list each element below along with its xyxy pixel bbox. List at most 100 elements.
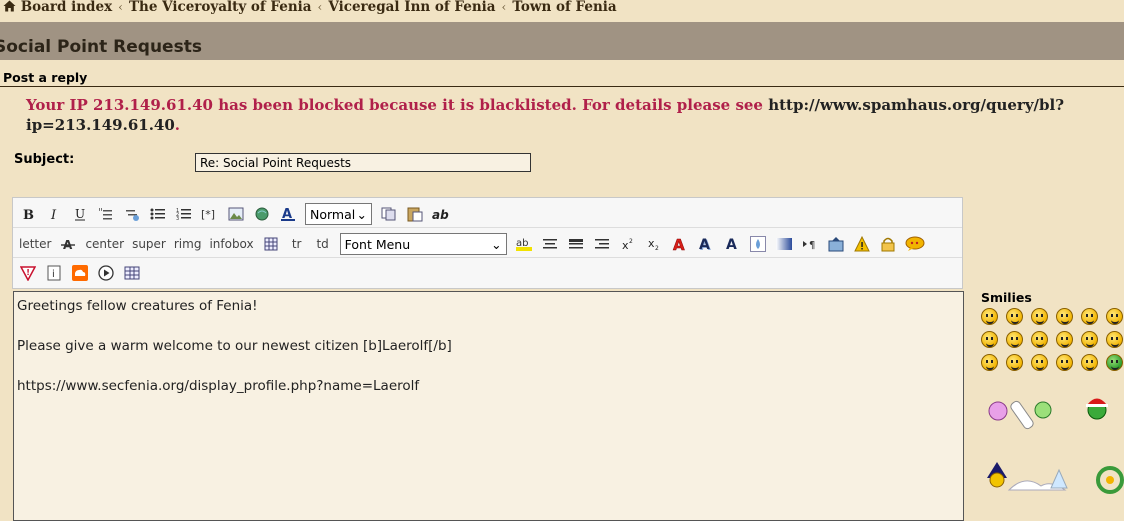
code-icon[interactable]: [123, 204, 141, 224]
breadcrumb-town[interactable]: Town of Fenia: [512, 0, 616, 15]
winter-scene-icon[interactable]: [985, 440, 1124, 500]
smiley-icon[interactable]: [1006, 354, 1023, 371]
smiley-icon[interactable]: [1106, 331, 1123, 348]
align-right-icon[interactable]: [593, 234, 611, 254]
smiley-icon[interactable]: [1056, 354, 1073, 371]
form-heading: Post a reply: [3, 70, 88, 85]
breadcrumb: Board index ‹ The Viceroyalty of Fenia ‹ Vic…: [3, 0, 617, 15]
list-item-icon[interactable]: [*]: [201, 204, 219, 224]
red-text-icon[interactable]: A: [671, 234, 689, 254]
smiley-icon[interactable]: [1031, 331, 1048, 348]
subject-input[interactable]: Re: Social Point Requests: [195, 153, 531, 172]
divider: [0, 86, 1124, 87]
smiley-icon[interactable]: [1106, 308, 1123, 325]
table-grid-icon[interactable]: [262, 234, 280, 254]
message-textarea[interactable]: Greetings fellow creatures of Fenia! Ple…: [13, 291, 964, 521]
svg-text:2: 2: [629, 238, 633, 245]
smiley-icon[interactable]: [1081, 331, 1098, 348]
align-center-icon[interactable]: [541, 234, 559, 254]
smiley-icon[interactable]: [1006, 308, 1023, 325]
bulleted-list-icon[interactable]: [149, 204, 167, 224]
breadcrumb-viceroyalty[interactable]: The Viceroyalty of Fenia: [129, 0, 312, 15]
svg-text:A: A: [726, 237, 737, 252]
copy-icon[interactable]: [380, 204, 398, 224]
text-glow-icon[interactable]: A: [723, 234, 741, 254]
subject-label: Subject:: [14, 152, 75, 167]
breadcrumb-board-index[interactable]: Board index: [21, 0, 112, 15]
smiley-icon[interactable]: [1031, 354, 1048, 371]
subscript-icon[interactable]: x2: [645, 234, 663, 254]
upload-icon[interactable]: [827, 234, 845, 254]
svg-text:2: 2: [655, 245, 659, 251]
format-select[interactable]: Normal ⌄: [305, 203, 372, 225]
smiley-icon[interactable]: [1056, 308, 1073, 325]
svg-text:¶: ¶: [809, 240, 815, 251]
image-icon[interactable]: [227, 204, 245, 224]
svg-text:i: i: [52, 269, 55, 280]
chevron-down-icon: ⌄: [356, 206, 367, 222]
svg-text:ab: ab: [432, 208, 449, 221]
breadcrumb-viceregal-inn[interactable]: Viceregal Inn of Fenia: [328, 0, 495, 15]
letter-button[interactable]: letter: [19, 234, 51, 254]
indent-icon[interactable]: ¶: [801, 234, 819, 254]
smiley-icon[interactable]: [1056, 331, 1073, 348]
font-color-icon[interactable]: A: [279, 204, 297, 224]
link-icon[interactable]: [253, 204, 271, 224]
quote-icon[interactable]: ": [97, 204, 115, 224]
svg-text:[*]: [*]: [201, 208, 215, 221]
warning-flag-icon[interactable]: !: [19, 263, 37, 283]
breadcrumb-bar: Board index ‹ The Viceroyalty of Fenia ‹ Vic…: [0, 0, 1124, 19]
editor-toolbar: B I U " 123 [*] A Normal⌄ ab letter A ce…: [12, 197, 963, 289]
smiley-icon[interactable]: [981, 331, 998, 348]
justify-icon[interactable]: [567, 234, 585, 254]
svg-text:A: A: [673, 236, 685, 252]
svg-text:": ": [98, 207, 103, 219]
italic-icon[interactable]: I: [45, 204, 63, 224]
svg-text:B: B: [23, 208, 34, 221]
topic-title[interactable]: Social Point Requests: [0, 37, 202, 57]
smiley-icon[interactable]: [981, 354, 998, 371]
tr-button[interactable]: tr: [288, 234, 306, 254]
remove-format-icon[interactable]: ab: [432, 204, 450, 224]
svg-text:!: !: [26, 268, 30, 277]
paste-icon[interactable]: [406, 204, 424, 224]
snowball-smiley-icon[interactable]: [987, 394, 1057, 436]
smiley-icon[interactable]: [1031, 308, 1048, 325]
text-shadow-icon[interactable]: AA: [697, 234, 715, 254]
superscript-icon[interactable]: x2: [619, 234, 637, 254]
santa-smiley-icon[interactable]: [1083, 394, 1115, 422]
svg-text:x: x: [648, 237, 655, 250]
error-message: Your IP 213.149.61.40 has been blocked b…: [26, 96, 1065, 134]
font-menu-select[interactable]: Font Menu ⌄: [339, 233, 507, 255]
info-icon[interactable]: i: [45, 263, 63, 283]
warning-icon[interactable]: [853, 234, 871, 254]
smiley-icon[interactable]: [1106, 354, 1123, 371]
speech-bubble-icon[interactable]: [905, 234, 925, 254]
highlight-icon[interactable]: ab: [515, 234, 533, 254]
numbered-list-icon[interactable]: 123: [175, 204, 193, 224]
smiley-icon[interactable]: [1081, 308, 1098, 325]
smiley-icon[interactable]: [981, 308, 998, 325]
rimg-button[interactable]: rimg: [174, 234, 202, 254]
svg-text:A: A: [699, 237, 710, 252]
blur-icon[interactable]: [749, 234, 767, 254]
smilies-panel: Smilies: [981, 290, 1124, 494]
td-button[interactable]: td: [314, 234, 332, 254]
underline-icon[interactable]: U: [71, 204, 89, 224]
strikethrough-icon[interactable]: A: [59, 234, 77, 254]
soundcloud-icon[interactable]: [71, 263, 89, 283]
play-icon[interactable]: [97, 263, 115, 283]
super-button[interactable]: super: [132, 234, 166, 254]
gradient-icon[interactable]: [775, 234, 793, 254]
svg-text:3: 3: [176, 216, 179, 221]
bold-icon[interactable]: B: [19, 204, 37, 224]
topic-title-bar: Social Point Requests: [0, 22, 1124, 60]
smiley-icon[interactable]: [1006, 331, 1023, 348]
center-button[interactable]: center: [85, 234, 124, 254]
table-icon[interactable]: [123, 263, 141, 283]
smiley-icon[interactable]: [1081, 354, 1098, 371]
lock-icon[interactable]: [879, 234, 897, 254]
infobox-button[interactable]: infobox: [209, 234, 253, 254]
svg-text:U: U: [75, 207, 85, 221]
home-icon: [3, 0, 16, 12]
